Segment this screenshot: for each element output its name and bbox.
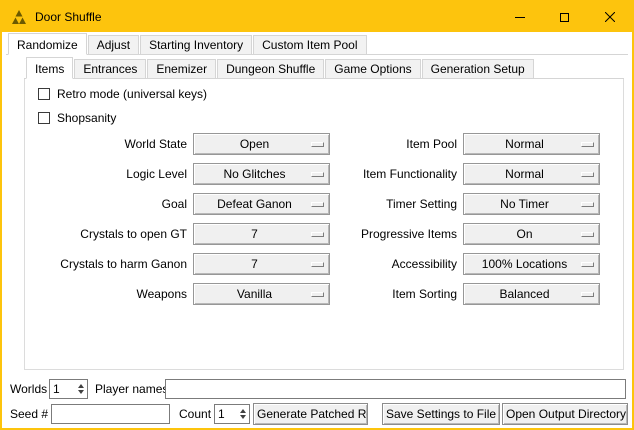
accessibility-dropdown[interactable]: 100% Locations (463, 253, 600, 275)
dropdown-indicator-icon (581, 292, 594, 297)
count-spin-down-icon[interactable] (240, 415, 246, 419)
generate-patched-rom-button[interactable]: Generate Patched Rom (253, 403, 368, 425)
open-output-directory-button[interactable]: Open Output Directory (502, 403, 628, 425)
player-names-input[interactable] (165, 379, 626, 399)
progressive-items-label: Progressive Items (325, 223, 457, 245)
weapons-label: Weapons (33, 283, 187, 305)
maximize-icon (560, 13, 569, 22)
dropdown-indicator-icon (581, 172, 594, 177)
inner-tab-bar: Items Entrances Enemizer Dungeon Shuffle… (24, 57, 624, 79)
checkbox-icon (38, 88, 50, 100)
logic-level-dropdown[interactable]: No Glitches (193, 163, 330, 185)
world-state-dropdown[interactable]: Open (193, 133, 330, 155)
goal-dropdown[interactable]: Defeat Ganon (193, 193, 330, 215)
tab-game-options[interactable]: Game Options (325, 59, 420, 78)
dropdown-indicator-icon (311, 202, 324, 207)
count-input[interactable] (215, 405, 237, 423)
items-panel: Retro mode (universal keys) Shopsanity W… (24, 79, 624, 370)
retro-mode-checkbox[interactable]: Retro mode (universal keys) (38, 87, 207, 101)
item-pool-label: Item Pool (325, 133, 457, 155)
tab-dungeon-shuffle[interactable]: Dungeon Shuffle (217, 59, 324, 78)
tab-custom-item-pool[interactable]: Custom Item Pool (253, 35, 366, 54)
tab-items[interactable]: Items (26, 57, 73, 79)
retro-mode-label: Retro mode (universal keys) (57, 87, 207, 101)
goal-label: Goal (33, 193, 187, 215)
close-icon (605, 12, 615, 22)
crystals-open-gt-label: Crystals to open GT (33, 223, 187, 245)
app-icon (11, 10, 27, 24)
minimize-icon (515, 17, 525, 18)
window-title: Door Shuffle (35, 10, 102, 24)
dropdown-indicator-icon (581, 202, 594, 207)
logic-level-label: Logic Level (33, 163, 187, 185)
count-spinbox[interactable] (214, 404, 250, 424)
dropdown-indicator-icon (581, 262, 594, 267)
item-sorting-label: Item Sorting (325, 283, 457, 305)
item-sorting-dropdown[interactable]: Balanced (463, 283, 600, 305)
shopsanity-checkbox[interactable]: Shopsanity (38, 111, 116, 125)
tab-generation-setup[interactable]: Generation Setup (422, 59, 534, 78)
dropdown-indicator-icon (581, 142, 594, 147)
worlds-spin-down-icon[interactable] (78, 390, 84, 394)
seed-input[interactable] (51, 404, 170, 424)
weapons-dropdown[interactable]: Vanilla (193, 283, 330, 305)
dropdown-indicator-icon (311, 262, 324, 267)
crystals-open-gt-dropdown[interactable]: 7 (193, 223, 330, 245)
save-settings-button[interactable]: Save Settings to File (382, 403, 500, 425)
worlds-label: Worlds (10, 378, 47, 400)
count-label: Count (179, 403, 211, 425)
tab-starting-inventory[interactable]: Starting Inventory (140, 35, 252, 54)
timer-setting-dropdown[interactable]: No Timer (463, 193, 600, 215)
crystals-harm-ganon-label: Crystals to harm Ganon (33, 253, 187, 275)
worlds-input[interactable] (50, 380, 75, 398)
tab-adjust[interactable]: Adjust (88, 35, 139, 54)
checkbox-icon (38, 112, 50, 124)
accessibility-label: Accessibility (325, 253, 457, 275)
randomize-panel: Items Entrances Enemizer Dungeon Shuffle… (24, 57, 624, 370)
item-functionality-label: Item Functionality (325, 163, 457, 185)
maximize-button[interactable] (542, 2, 587, 32)
item-functionality-dropdown[interactable]: Normal (463, 163, 600, 185)
tab-enemizer[interactable]: Enemizer (147, 59, 216, 78)
player-names-label: Player names (95, 378, 168, 400)
crystals-harm-ganon-dropdown[interactable]: 7 (193, 253, 330, 275)
tab-randomize[interactable]: Randomize (8, 33, 87, 55)
dropdown-indicator-icon (311, 292, 324, 297)
tab-entrances[interactable]: Entrances (74, 59, 146, 78)
worlds-spin-up-icon[interactable] (78, 384, 84, 388)
shopsanity-label: Shopsanity (57, 111, 116, 125)
dropdown-indicator-icon (311, 142, 324, 147)
dropdown-indicator-icon (311, 172, 324, 177)
timer-setting-label: Timer Setting (325, 193, 457, 215)
item-pool-dropdown[interactable]: Normal (463, 133, 600, 155)
count-spin-up-icon[interactable] (240, 409, 246, 413)
outer-tab-bar: Randomize Adjust Starting Inventory Cust… (6, 33, 628, 55)
world-state-label: World State (33, 133, 187, 155)
progressive-items-dropdown[interactable]: On (463, 223, 600, 245)
dropdown-indicator-icon (311, 232, 324, 237)
worlds-spinbox[interactable] (49, 379, 88, 399)
titlebar: Door Shuffle (2, 2, 632, 32)
minimize-button[interactable] (497, 2, 542, 32)
close-button[interactable] (587, 2, 632, 32)
dropdown-indicator-icon (581, 232, 594, 237)
seed-label: Seed # (10, 403, 48, 425)
door-shuffle-window: Door Shuffle Randomize Adjust Starting I… (0, 0, 634, 430)
